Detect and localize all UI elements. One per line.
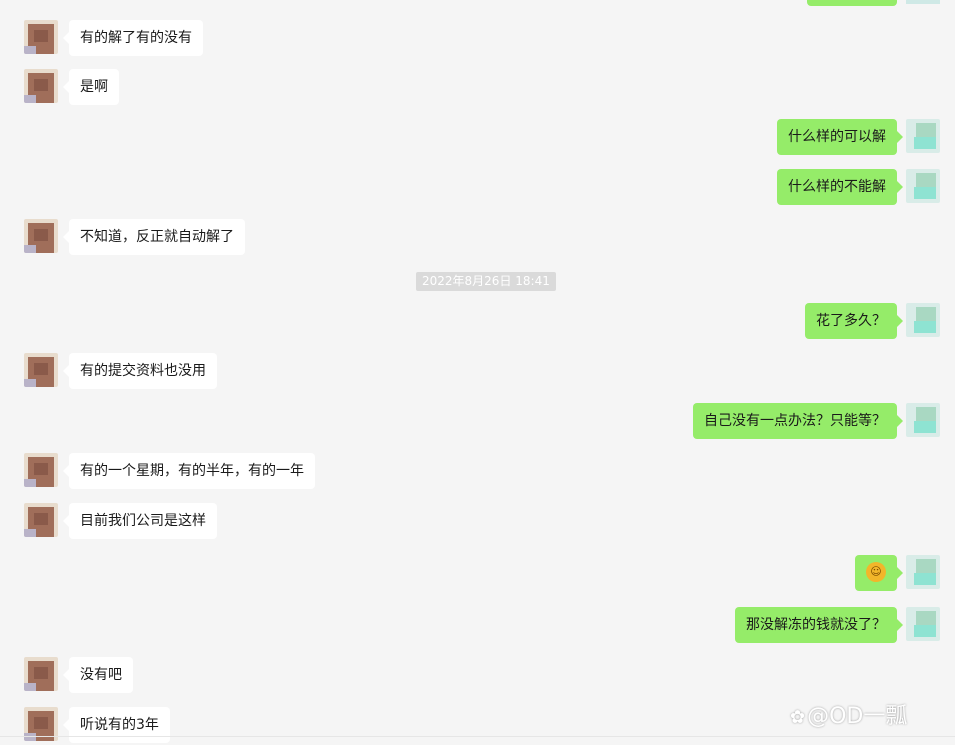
- message-bubble[interactable]: 那没解冻的钱就没了？: [735, 607, 903, 643]
- message-row-incoming: 有的提交资料也没用: [0, 353, 955, 389]
- divider: [0, 736, 955, 737]
- message-bubble[interactable]: 目前我们公司是这样: [63, 503, 217, 539]
- message-row-outgoing: ☺: [0, 555, 955, 591]
- message-bubble[interactable]: 不知道，反正就自动解了: [63, 219, 245, 255]
- avatar-contact[interactable]: [24, 353, 58, 387]
- message-bubble[interactable]: 是啊: [63, 69, 119, 105]
- message-bubble[interactable]: 有的解了有的没有: [63, 20, 203, 56]
- message-bubble[interactable]: 自己没有一点办法？只能等？: [693, 403, 903, 439]
- chat-message-list[interactable]: 有的解了有的没有 是啊 什么样的可以解 什么样的不能解 不知道，反正就自动解了 …: [0, 0, 955, 745]
- message-bubble[interactable]: 什么样的不能解: [777, 169, 903, 205]
- message-bubble[interactable]: 听说有的3年: [63, 707, 170, 743]
- message-row-outgoing: 花了多久？: [0, 303, 955, 339]
- watermark-text: @OD一瓢: [807, 704, 908, 729]
- avatar-contact[interactable]: [24, 69, 58, 103]
- message-row-outgoing: 自己没有一点办法？只能等？: [0, 403, 955, 439]
- message-row-incoming: 有的一个星期，有的半年，有的一年: [0, 453, 955, 489]
- avatar-contact[interactable]: [24, 219, 58, 253]
- avatar-contact[interactable]: [24, 657, 58, 691]
- avatar-self[interactable]: [906, 607, 940, 641]
- avatar-self[interactable]: [906, 403, 940, 437]
- message-bubble[interactable]: 有的一个星期，有的半年，有的一年: [63, 453, 315, 489]
- avatar-self[interactable]: [906, 555, 940, 589]
- avatar-contact[interactable]: [24, 20, 58, 54]
- message-row-incoming: 没有吧: [0, 657, 955, 693]
- message-bubble[interactable]: 有的提交资料也没用: [63, 353, 217, 389]
- message-bubble[interactable]: 花了多久？: [805, 303, 903, 339]
- watermark: ✿@OD一瓢: [790, 698, 907, 730]
- avatar-contact[interactable]: [24, 453, 58, 487]
- message-bubble-cropped[interactable]: [807, 0, 897, 6]
- avatar-contact[interactable]: [24, 503, 58, 537]
- laughing-crying-emoji-icon: ☺: [866, 562, 886, 582]
- message-row-outgoing: 那没解冻的钱就没了？: [0, 607, 955, 643]
- message-row-incoming: 是啊: [0, 69, 955, 105]
- message-bubble[interactable]: 什么样的可以解: [777, 119, 903, 155]
- paw-icon: ✿: [790, 707, 806, 728]
- message-row-incoming: 有的解了有的没有: [0, 20, 955, 56]
- message-row-incoming: 不知道，反正就自动解了: [0, 219, 955, 255]
- message-bubble-emoji[interactable]: ☺: [855, 555, 903, 591]
- message-timestamp: 2022年8月26日 18:41: [416, 272, 556, 291]
- avatar-self[interactable]: [906, 303, 940, 337]
- avatar-self-cropped[interactable]: [906, 0, 940, 4]
- message-row-outgoing: 什么样的不能解: [0, 169, 955, 205]
- message-bubble[interactable]: 没有吧: [63, 657, 133, 693]
- message-row-incoming: 目前我们公司是这样: [0, 503, 955, 539]
- avatar-self[interactable]: [906, 119, 940, 153]
- message-row-outgoing: 什么样的可以解: [0, 119, 955, 155]
- avatar-self[interactable]: [906, 169, 940, 203]
